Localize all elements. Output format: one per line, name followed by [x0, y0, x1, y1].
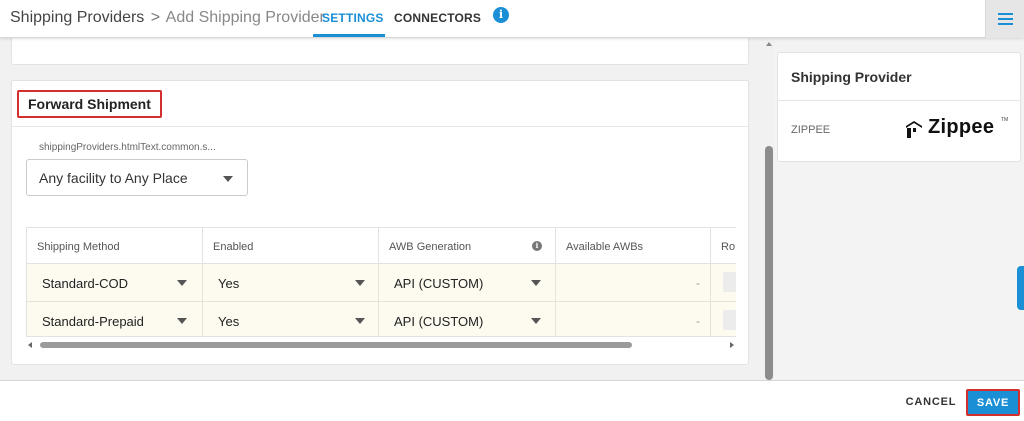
active-tab-indicator	[313, 34, 385, 37]
breadcrumb: Shipping Providers > Add Shipping Provid…	[10, 9, 325, 27]
table-row[interactable]: Standard-COD	[27, 264, 203, 302]
scrollbar-thumb[interactable]	[40, 342, 632, 348]
info-icon[interactable]: i	[532, 241, 542, 251]
chevron-down-icon	[355, 318, 365, 324]
row-action-button[interactable]	[723, 310, 736, 330]
chevron-down-icon	[223, 176, 233, 182]
tab-settings[interactable]: SETTINGS	[322, 11, 384, 25]
scroll-left-icon[interactable]	[28, 342, 32, 348]
awb-generation-label: AWB Generation	[389, 241, 472, 253]
chevron-down-icon	[177, 318, 187, 324]
shipping-provider-card: Shipping Provider ZIPPEE Zippee TM	[777, 52, 1021, 162]
available-awbs-value: -	[556, 302, 711, 336]
scroll-right-icon[interactable]	[730, 342, 734, 348]
chevron-down-icon	[531, 280, 541, 286]
scrollbar-thumb[interactable]	[765, 146, 773, 380]
provider-name: ZIPPEE	[791, 124, 831, 136]
zippee-logo-icon	[906, 121, 922, 138]
divider	[778, 100, 1020, 101]
row-action-cell	[711, 264, 736, 302]
footer-bar: CANCEL SAVE	[0, 380, 1024, 421]
provider-card-title: Shipping Provider	[791, 69, 912, 85]
menu-button[interactable]	[985, 0, 1024, 38]
shipping-method-value: Standard-Prepaid	[42, 314, 144, 329]
section-title: Forward Shipment	[17, 90, 162, 118]
tab-connectors[interactable]: CONNECTORS	[394, 11, 481, 25]
provider-logo: Zippee TM	[905, 115, 1009, 141]
facility-field-label: shippingProviders.htmlText.common.s...	[39, 142, 216, 153]
facility-select-value: Any facility to Any Place	[39, 170, 188, 186]
breadcrumb-current: Add Shipping Provider	[165, 9, 325, 26]
chevron-down-icon	[177, 280, 187, 286]
awb-generation-value: API (CUSTOM)	[394, 314, 484, 329]
hamburger-menu-icon	[998, 13, 1013, 15]
awb-generation-select[interactable]: API (CUSTOM)	[379, 264, 556, 302]
logo-trademark: TM	[1001, 117, 1009, 123]
chevron-down-icon	[531, 318, 541, 324]
column-header-enabled: Enabled	[203, 228, 379, 264]
awb-generation-value: API (CUSTOM)	[394, 276, 484, 291]
side-drawer-tab[interactable]	[1017, 266, 1024, 310]
info-icon[interactable]: i	[493, 7, 509, 23]
top-header: Shipping Providers > Add Shipping Provid…	[0, 0, 1024, 38]
breadcrumb-parent[interactable]: Shipping Providers	[10, 9, 144, 26]
table-row[interactable]: Standard-Prepaid	[27, 302, 203, 336]
cancel-button[interactable]: CANCEL	[900, 394, 962, 410]
hamburger-menu-icon-bar	[998, 18, 1013, 20]
enabled-value: Yes	[218, 314, 240, 329]
facility-select[interactable]: Any facility to Any Place	[26, 159, 248, 196]
row-action-cell	[711, 302, 736, 336]
column-header-available-awbs: Available AWBs	[556, 228, 711, 264]
vertical-scrollbar[interactable]	[764, 38, 774, 380]
column-header-row-actions: Ro	[711, 228, 736, 264]
row-action-button[interactable]	[723, 272, 736, 292]
chevron-down-icon	[355, 280, 365, 286]
card-header: Forward Shipment	[12, 81, 748, 127]
logo-text: Zippee	[928, 116, 995, 138]
scroll-up-icon[interactable]	[766, 42, 772, 46]
breadcrumb-separator: >	[150, 9, 161, 26]
hamburger-menu-icon-bar	[998, 23, 1013, 25]
column-header-awb-generation: AWB Generation i	[379, 228, 556, 264]
awb-generation-select[interactable]: API (CUSTOM)	[379, 302, 556, 336]
enabled-select[interactable]: Yes	[203, 264, 379, 302]
shipping-methods-table: Shipping Method Enabled AWB Generation i…	[26, 227, 736, 337]
available-awbs-value: -	[556, 264, 711, 302]
forward-shipment-card: Forward Shipment shippingProviders.htmlT…	[11, 80, 749, 365]
enabled-select[interactable]: Yes	[203, 302, 379, 336]
column-header-shipping-method: Shipping Method	[27, 228, 203, 264]
save-button[interactable]: SAVE	[966, 389, 1020, 416]
enabled-value: Yes	[218, 276, 240, 291]
shipping-method-value: Standard-COD	[42, 276, 128, 291]
horizontal-scrollbar[interactable]	[26, 339, 736, 351]
